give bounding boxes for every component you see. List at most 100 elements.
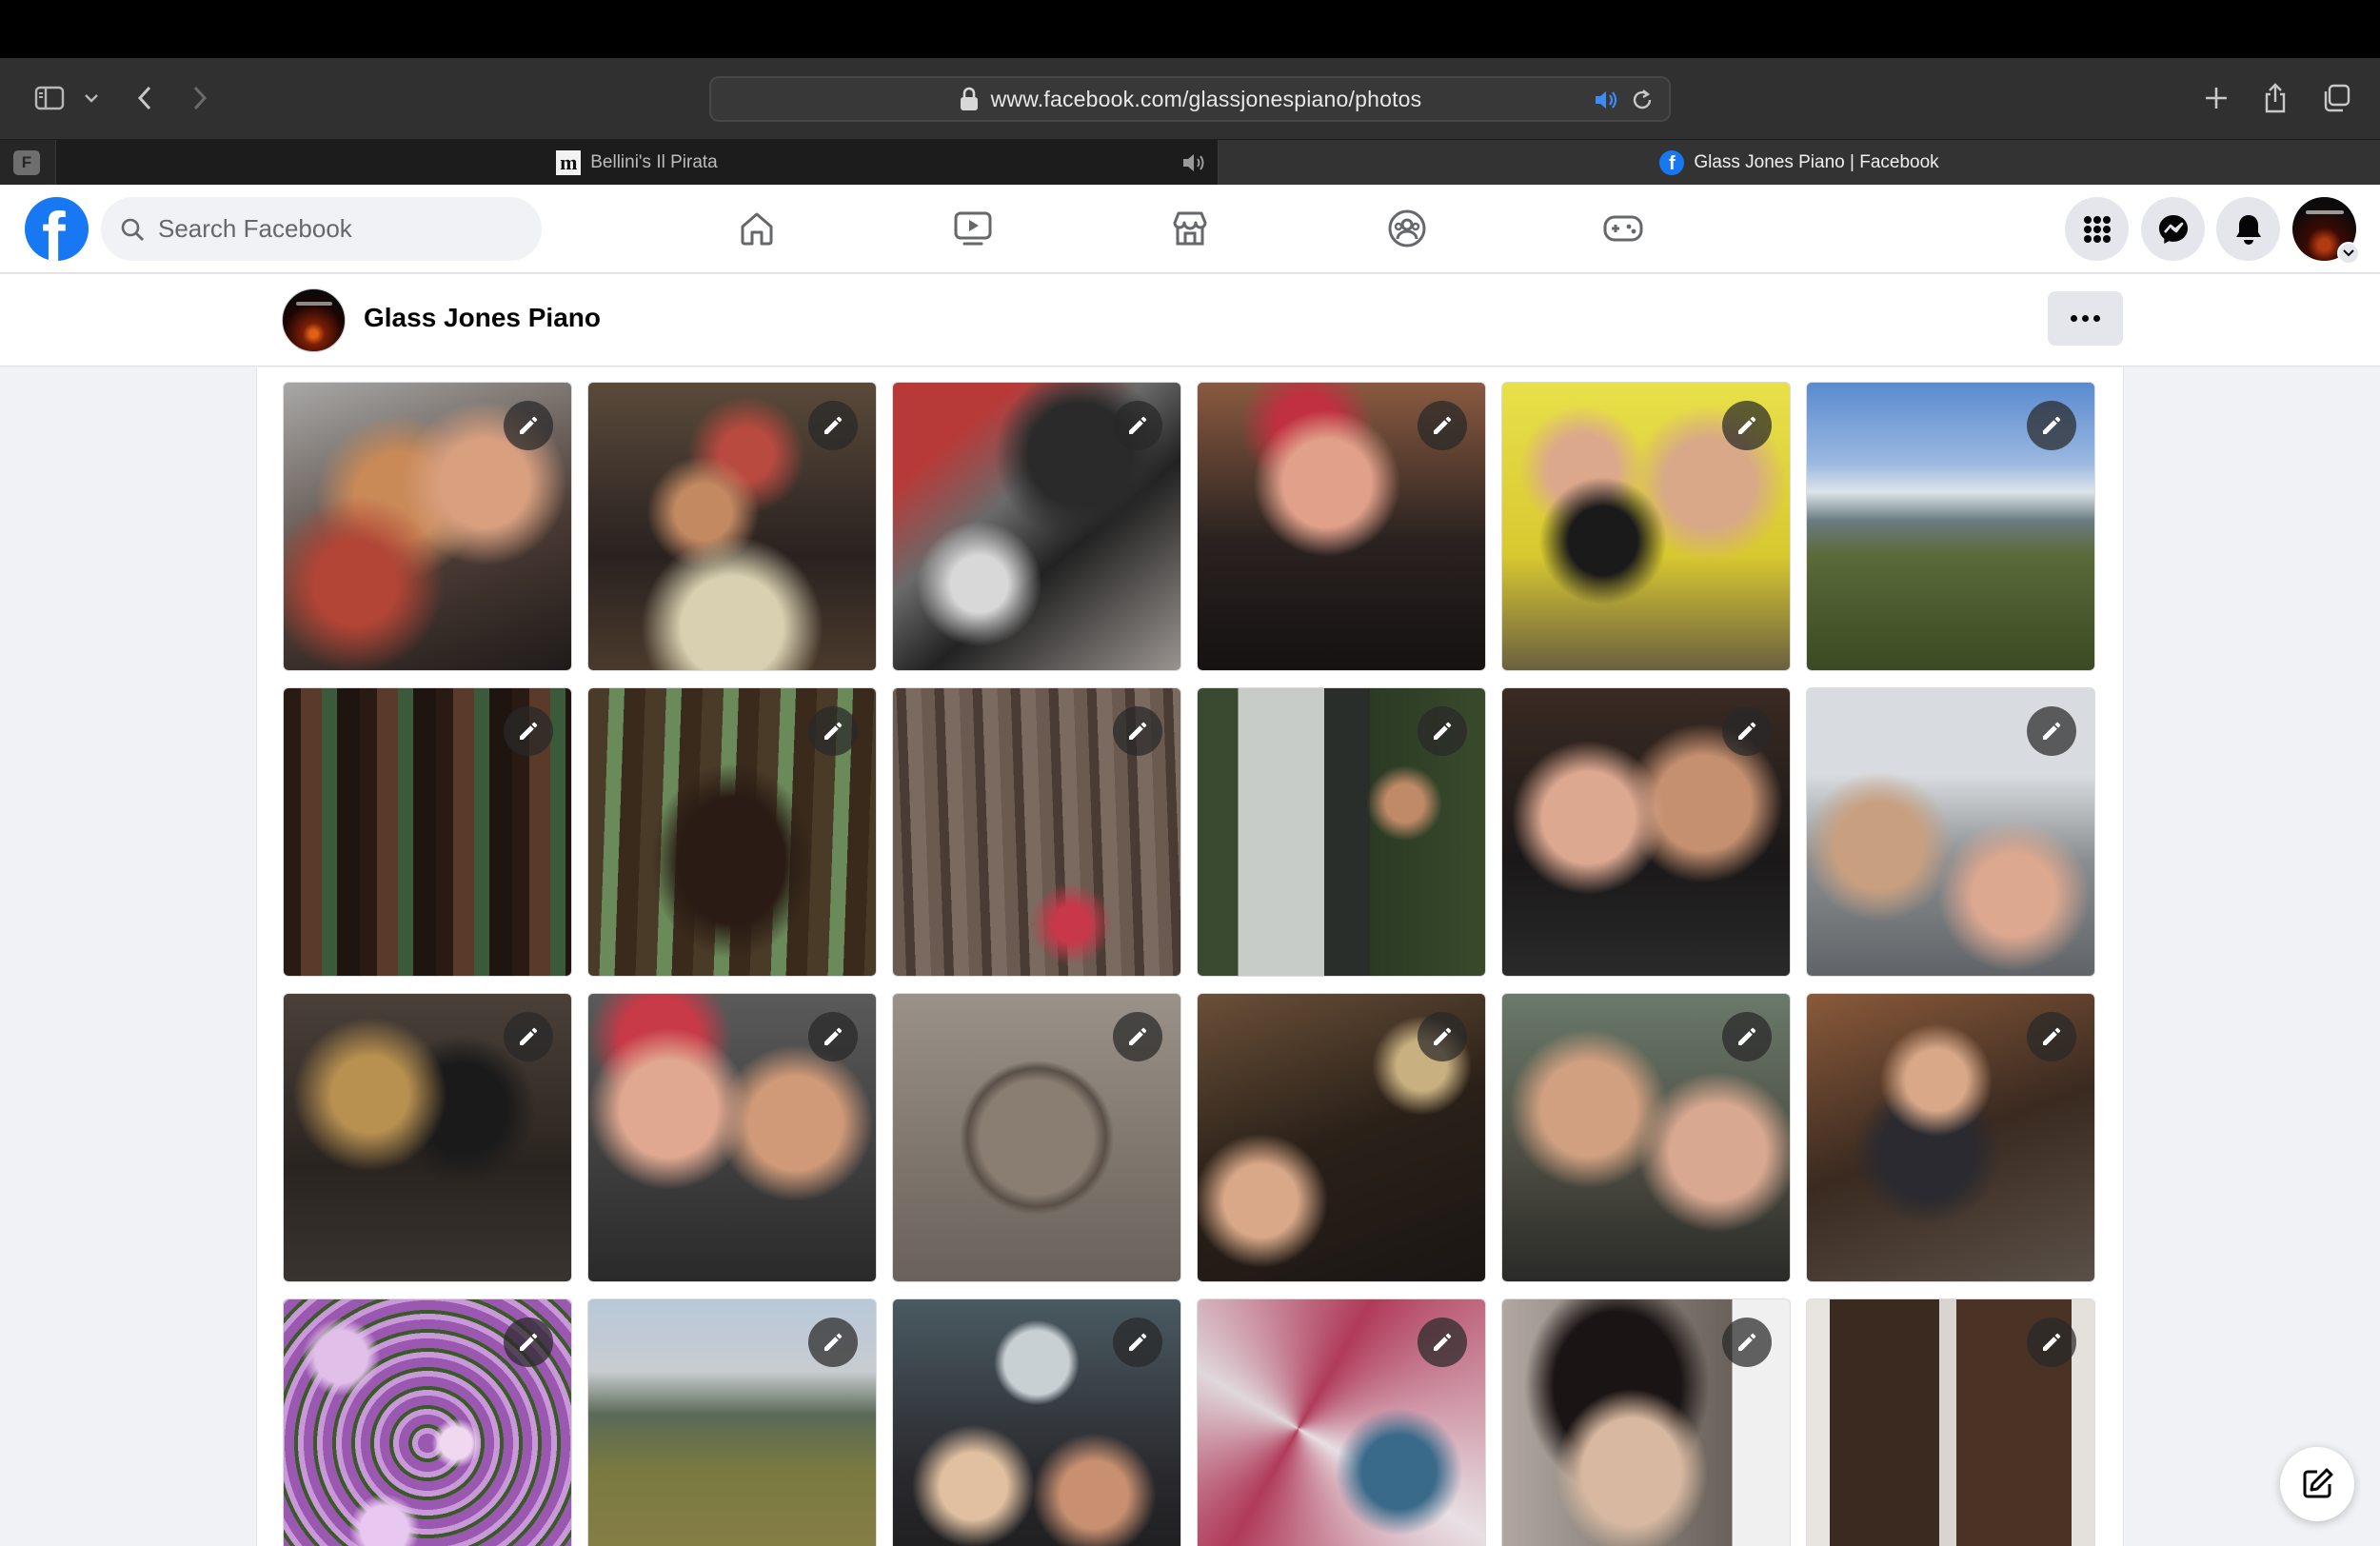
search-box[interactable] bbox=[101, 197, 542, 261]
muted-speaker-icon[interactable] bbox=[1181, 152, 1206, 173]
system-bar bbox=[0, 0, 2380, 58]
pencil-icon bbox=[520, 1027, 538, 1045]
edit-photo-button[interactable] bbox=[1113, 1318, 1162, 1367]
photo-item[interactable] bbox=[587, 1298, 877, 1546]
forward-icon[interactable] bbox=[187, 75, 213, 121]
edit-photo-button[interactable] bbox=[808, 1318, 858, 1367]
facebook-logo-icon[interactable]: f bbox=[25, 197, 89, 261]
photo-item[interactable] bbox=[283, 687, 572, 977]
new-message-button[interactable] bbox=[2280, 1447, 2354, 1521]
tab-facebook[interactable]: f Glass Jones Piano | Facebook bbox=[1219, 140, 2380, 185]
back-icon[interactable] bbox=[131, 75, 158, 121]
tab-label: Glass Jones Piano | Facebook bbox=[1694, 151, 1939, 172]
photo-item[interactable] bbox=[892, 993, 1181, 1282]
pencil-icon bbox=[1738, 416, 1756, 434]
photo-item[interactable] bbox=[283, 1298, 572, 1546]
photo-item[interactable] bbox=[892, 687, 1181, 977]
photo-item[interactable] bbox=[283, 382, 572, 671]
edit-photo-button[interactable] bbox=[1722, 706, 1772, 756]
edit-photo-button[interactable] bbox=[504, 706, 553, 756]
edit-photo-button[interactable] bbox=[2027, 401, 2076, 450]
photo-item[interactable] bbox=[1806, 993, 2095, 1282]
groups-icon[interactable] bbox=[1384, 206, 1430, 251]
photo-item[interactable] bbox=[1806, 1298, 2095, 1546]
photo-item[interactable] bbox=[1501, 382, 1791, 671]
edit-photo-button[interactable] bbox=[1722, 401, 1772, 450]
search-input[interactable] bbox=[158, 214, 520, 244]
photo-grid bbox=[283, 382, 2095, 1546]
photo-item[interactable] bbox=[1501, 993, 1791, 1282]
photo-item[interactable] bbox=[1197, 993, 1486, 1282]
edit-photo-button[interactable] bbox=[808, 706, 858, 756]
reload-icon[interactable] bbox=[1631, 88, 1654, 112]
photo-item[interactable] bbox=[1806, 687, 2095, 977]
page-title[interactable]: Glass Jones Piano bbox=[364, 303, 601, 333]
pencil-icon bbox=[1434, 1333, 1452, 1351]
photo-item[interactable] bbox=[1501, 687, 1791, 977]
pencil-icon bbox=[1738, 722, 1756, 740]
chevron-down-icon[interactable] bbox=[2337, 242, 2360, 265]
edit-photo-button[interactable] bbox=[1418, 1318, 1467, 1367]
edit-photo-button[interactable] bbox=[1113, 706, 1162, 756]
photo-item[interactable] bbox=[892, 1298, 1181, 1546]
tab-bellini[interactable]: m Bellini's Il Pirata bbox=[55, 140, 1219, 185]
edit-photo-button[interactable] bbox=[1722, 1012, 1772, 1061]
speaker-icon[interactable] bbox=[1593, 88, 1619, 112]
more-options-button[interactable] bbox=[2048, 291, 2123, 346]
edit-photo-button[interactable] bbox=[1418, 706, 1467, 756]
photo-item[interactable] bbox=[892, 382, 1181, 671]
new-tab-icon[interactable] bbox=[2201, 75, 2231, 121]
marketplace-icon[interactable] bbox=[1167, 206, 1213, 251]
gaming-icon[interactable] bbox=[1600, 206, 1646, 251]
tab-label: Bellini's Il Pirata bbox=[590, 151, 718, 172]
edit-photo-button[interactable] bbox=[504, 1012, 553, 1061]
compose-icon bbox=[2303, 1468, 2333, 1498]
menu-grid-icon[interactable] bbox=[2065, 197, 2129, 261]
photo-item[interactable] bbox=[1197, 687, 1486, 977]
photo-item[interactable] bbox=[1501, 1298, 1791, 1546]
page-avatar[interactable] bbox=[282, 288, 346, 352]
address-bar[interactable]: www.facebook.com/glassjonespiano/photos bbox=[709, 76, 1671, 122]
edit-photo-button[interactable] bbox=[1722, 1318, 1772, 1367]
pencil-icon bbox=[1129, 722, 1147, 740]
pencil-icon bbox=[824, 1333, 843, 1351]
m-icon: m bbox=[556, 149, 582, 175]
edit-photo-button[interactable] bbox=[1113, 401, 1162, 450]
account-avatar[interactable] bbox=[2292, 197, 2360, 265]
edit-photo-button[interactable] bbox=[504, 401, 553, 450]
pencil-icon bbox=[824, 1027, 843, 1045]
pinned-tab[interactable]: F bbox=[13, 150, 40, 175]
pencil-icon bbox=[2043, 722, 2061, 740]
photo-item[interactable] bbox=[1197, 382, 1486, 671]
photo-item[interactable] bbox=[587, 993, 877, 1282]
search-icon bbox=[121, 218, 144, 241]
edit-photo-button[interactable] bbox=[2027, 1012, 2076, 1061]
edit-photo-button[interactable] bbox=[1113, 1012, 1162, 1061]
pencil-icon bbox=[1129, 1027, 1147, 1045]
sidebar-toggle-icon[interactable] bbox=[30, 75, 69, 121]
share-icon[interactable] bbox=[2260, 75, 2291, 121]
chevron-down-icon[interactable] bbox=[80, 75, 103, 121]
watch-icon[interactable] bbox=[950, 206, 996, 251]
pencil-icon bbox=[824, 416, 843, 434]
edit-photo-button[interactable] bbox=[2027, 706, 2076, 756]
home-icon[interactable] bbox=[734, 206, 780, 251]
edit-photo-button[interactable] bbox=[2027, 1318, 2076, 1367]
photo-item[interactable] bbox=[1806, 382, 2095, 671]
edit-photo-button[interactable] bbox=[808, 401, 858, 450]
photo-item[interactable] bbox=[1197, 1298, 1486, 1546]
pencil-icon bbox=[1434, 722, 1452, 740]
pencil-icon bbox=[1129, 1333, 1147, 1351]
photo-item[interactable] bbox=[587, 687, 877, 977]
messenger-icon[interactable] bbox=[2141, 197, 2205, 261]
edit-photo-button[interactable] bbox=[808, 1012, 858, 1061]
tab-overview-icon[interactable] bbox=[2319, 75, 2353, 121]
photo-item[interactable] bbox=[587, 382, 877, 671]
edit-photo-button[interactable] bbox=[504, 1318, 553, 1367]
edit-photo-button[interactable] bbox=[1418, 1012, 1467, 1061]
edit-photo-button[interactable] bbox=[1418, 401, 1467, 450]
photo-item[interactable] bbox=[283, 993, 572, 1282]
pencil-icon bbox=[520, 1333, 538, 1351]
pencil-icon bbox=[1434, 416, 1452, 434]
notifications-icon[interactable] bbox=[2216, 197, 2280, 261]
